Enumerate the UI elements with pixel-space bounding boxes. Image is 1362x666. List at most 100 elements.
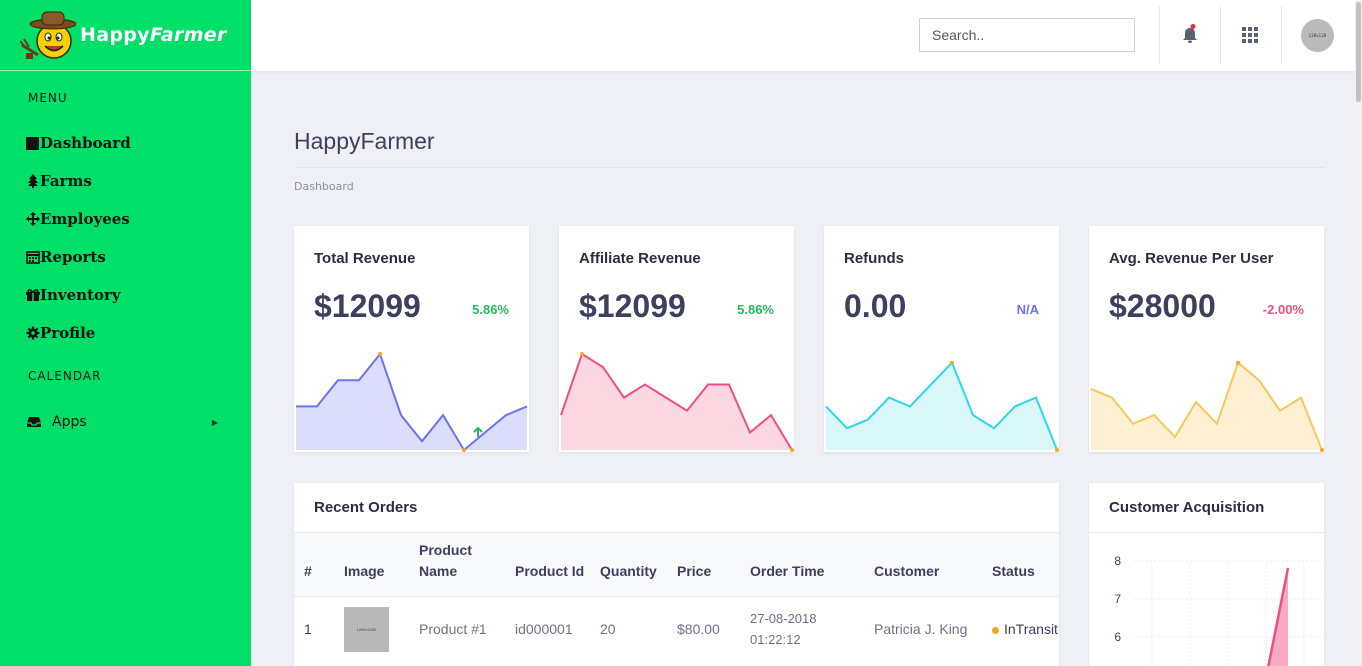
column-header[interactable]: Product Name <box>409 533 505 596</box>
product-id: id000001 <box>505 595 590 662</box>
menu-heading: MENU <box>28 91 68 105</box>
farmer-logo-icon <box>19 9 77 61</box>
status-badge: InTransit <box>982 595 1059 662</box>
sidebar-item-dashboard[interactable]: Dashboard <box>26 134 131 152</box>
stat-card-value: $28000 <box>1109 288 1216 324</box>
y-tick-label: 7 <box>1114 592 1121 606</box>
column-header[interactable]: Price <box>667 533 740 596</box>
stat-card-title: Refunds <box>844 250 904 267</box>
scrollbar-thumb[interactable] <box>1356 2 1361 102</box>
page-scrollbar[interactable] <box>1355 0 1362 666</box>
column-header[interactable]: Image <box>334 533 409 596</box>
apps-label: Apps <box>52 414 87 430</box>
price: $80.00 <box>667 595 740 662</box>
sidebar-item-label: Dashboard <box>40 134 131 152</box>
stat-card-title: Total Revenue <box>314 250 416 267</box>
status-dot <box>992 626 999 634</box>
product-name: Product #1 <box>409 595 505 662</box>
y-tick-label: 8 <box>1114 554 1121 568</box>
chevron-right-icon: ▶ <box>211 417 218 427</box>
column-header[interactable]: Customer <box>864 533 982 596</box>
sidebar-item-label: Employees <box>40 210 130 228</box>
sparkline-chart <box>560 352 794 452</box>
title-divider <box>294 167 1324 168</box>
column-header[interactable]: Quantity <box>590 533 667 596</box>
panel-title: Customer Acquisition <box>1089 483 1324 533</box>
stat-card-affiliate-revenue: Affiliate Revenue $12099 5.86% <box>559 226 794 452</box>
stat-card-delta: N/A <box>1016 302 1039 317</box>
divider <box>1159 6 1160 64</box>
sidebar-item-apps[interactable]: Apps ▶ <box>26 414 218 430</box>
apps-grid-icon[interactable] <box>1242 27 1258 43</box>
sparkline-point <box>580 352 584 356</box>
row-number: 1 <box>294 595 334 662</box>
recent-orders-panel: Recent Orders # Image Product Name Produ… <box>294 483 1059 666</box>
stat-card-title: Avg. Revenue Per User <box>1109 250 1274 267</box>
sparkline-area <box>826 362 1057 450</box>
order-time: 27-08-2018 01:22:12 <box>740 595 864 662</box>
inbox-icon <box>26 415 42 429</box>
sparkline-chart <box>1090 360 1324 452</box>
customer-acquisition-panel: Customer Acquisition 8 7 6 <box>1089 483 1324 666</box>
sidebar-item-reports[interactable]: Reports <box>26 248 106 266</box>
sparkline-area <box>561 354 792 450</box>
stat-card-title: Affiliate Revenue <box>579 250 701 267</box>
product-thumbnail[interactable]: 1200x1200 <box>344 606 389 652</box>
sidebar-item-profile[interactable]: Profile <box>26 324 95 342</box>
column-header[interactable]: Order Time <box>740 533 864 596</box>
gear-icon <box>26 326 40 340</box>
divider <box>1281 6 1282 64</box>
tree-icon <box>26 174 40 188</box>
stat-card-delta: 5.86% <box>472 302 509 437</box>
stat-card-delta: -2.00% <box>1262 302 1304 317</box>
table-row[interactable]: 1 1200x1200 Product #1 id000001 20 $80.0… <box>294 595 1059 662</box>
quantity: 20 <box>590 595 667 662</box>
sidebar-item-label: Farms <box>40 172 92 190</box>
sparkline-chart <box>825 360 1059 452</box>
sidebar-item-inventory[interactable]: Inventory <box>26 286 121 304</box>
sparkline-point <box>1320 448 1324 452</box>
sparkline-point <box>462 448 466 452</box>
column-header[interactable]: Product Id <box>505 533 590 596</box>
panel-title: Recent Orders <box>294 483 1059 533</box>
sidebar-item-label: Reports <box>40 248 106 266</box>
stat-card-total-revenue: Total Revenue $12099 5.86% <box>294 226 529 452</box>
calendar-icon <box>26 250 40 264</box>
move-icon <box>26 212 40 226</box>
stat-card-refunds: Refunds 0.00 N/A <box>824 226 1059 452</box>
stat-card-delta: 5.86% <box>737 302 774 437</box>
avatar[interactable]: 128x128 <box>1301 19 1334 52</box>
gift-icon <box>26 288 40 302</box>
stat-card-value: $12099 <box>314 288 421 324</box>
sidebar-item-employees[interactable]: Employees <box>26 210 130 228</box>
orders-table: # Image Product Name Product Id Quantity… <box>294 533 1059 662</box>
customer: Patricia J. King <box>864 595 982 662</box>
sparkline-chart <box>296 351 528 452</box>
brand-name: HappyFarmer <box>80 24 227 46</box>
acquisition-chart: 8 7 6 <box>1114 554 1324 666</box>
column-header[interactable]: Status <box>982 533 1059 596</box>
divider <box>1220 6 1221 64</box>
calendar-heading: CALENDAR <box>28 369 102 383</box>
page-title: HappyFarmer <box>294 128 435 154</box>
y-tick-label: 6 <box>1114 630 1121 644</box>
stat-card-value: 0.00 <box>844 288 907 324</box>
notification-bell-icon[interactable] <box>1179 24 1201 46</box>
sparkline-point <box>1236 360 1240 365</box>
sparkline-point <box>950 360 954 365</box>
column-header[interactable]: # <box>294 533 334 596</box>
sparkline-point <box>378 352 382 356</box>
search-input[interactable] <box>919 18 1135 52</box>
sidebar-item-farms[interactable]: Farms <box>26 172 92 190</box>
sidebar-item-label: Inventory <box>40 286 121 304</box>
table-header-row: # Image Product Name Product Id Quantity… <box>294 533 1059 596</box>
breadcrumb[interactable]: Dashboard <box>294 180 354 193</box>
stat-card-value: $12099 <box>579 288 686 324</box>
sparkline-point <box>790 448 794 452</box>
sparkline-point <box>1055 448 1059 452</box>
sidebar: HappyFarmer MENU Dashboard Farms Employe… <box>0 0 251 666</box>
stat-card-avg-revenue: Avg. Revenue Per User $28000 -2.00% <box>1089 226 1324 452</box>
sidebar-item-label: Profile <box>40 324 96 342</box>
topbar: 128x128 <box>251 0 1355 71</box>
brand[interactable]: HappyFarmer <box>0 0 251 71</box>
